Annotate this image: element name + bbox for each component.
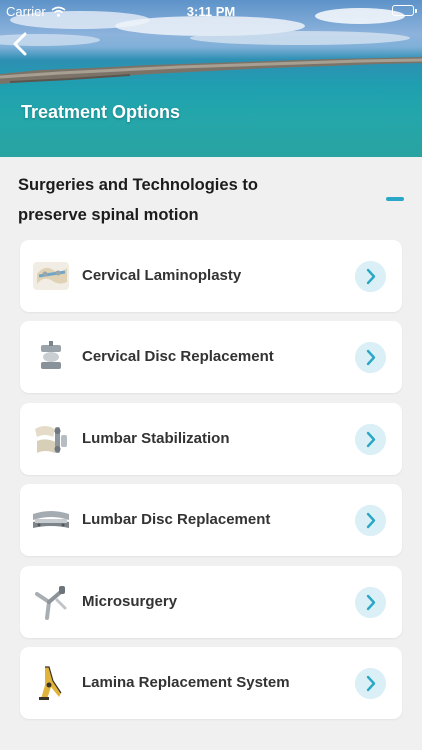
page-title: Treatment Options	[21, 102, 181, 122]
status-time: 3:11 PM	[186, 4, 236, 19]
item-label: Lamina Replacement System	[82, 674, 290, 691]
item-label: Cervical Laminoplasty	[82, 267, 242, 284]
status-bar: Carrier 3:11 PM	[0, 0, 422, 22]
chevron-right-icon[interactable]	[355, 587, 386, 618]
header-banner	[0, 0, 422, 157]
item-label: Microsurgery	[82, 593, 178, 610]
lumbar-stabilization-image	[35, 426, 67, 453]
list-item-cervical-disc-replacement[interactable]: Cervical Disc Replacement	[20, 321, 402, 393]
item-label: Cervical Disc Replacement	[82, 348, 274, 365]
section-heading-line2: preserve spinal motion	[18, 206, 199, 224]
chevron-right-icon[interactable]	[355, 668, 386, 699]
back-button[interactable]	[10, 31, 32, 57]
chevron-right-icon[interactable]	[355, 424, 386, 455]
section-heading: Surgeries and Technologies to preserve s…	[18, 170, 338, 230]
list-item-lamina-replacement-system[interactable]: Lamina Replacement System	[20, 647, 402, 719]
cervical-laminoplasty-image	[33, 262, 69, 290]
list-item-lumbar-stabilization[interactable]: Lumbar Stabilization	[20, 403, 402, 475]
chevron-left-icon	[13, 32, 27, 56]
jetty-decoration	[0, 57, 422, 84]
list-item-microsurgery[interactable]: Microsurgery	[20, 566, 402, 638]
microsurgery-image	[35, 586, 67, 620]
chevron-right-icon[interactable]	[355, 505, 386, 536]
battery-icon	[392, 5, 417, 16]
cervical-disc-image	[41, 341, 61, 369]
list-item-cervical-laminoplasty[interactable]: Cervical Laminoplasty	[20, 240, 402, 312]
chevron-right-icon[interactable]	[355, 342, 386, 373]
chevron-right-icon[interactable]	[355, 261, 386, 292]
list-item-lumbar-disc-replacement[interactable]: Lumbar Disc Replacement	[20, 484, 402, 556]
item-label: Lumbar Disc Replacement	[82, 511, 271, 528]
lumbar-disc-image	[33, 511, 69, 528]
section-heading-line1: Surgeries and Technologies to	[18, 176, 258, 194]
collapse-button[interactable]	[386, 197, 404, 201]
lamina-replacement-image	[39, 666, 62, 700]
item-label: Lumbar Stabilization	[82, 430, 230, 447]
